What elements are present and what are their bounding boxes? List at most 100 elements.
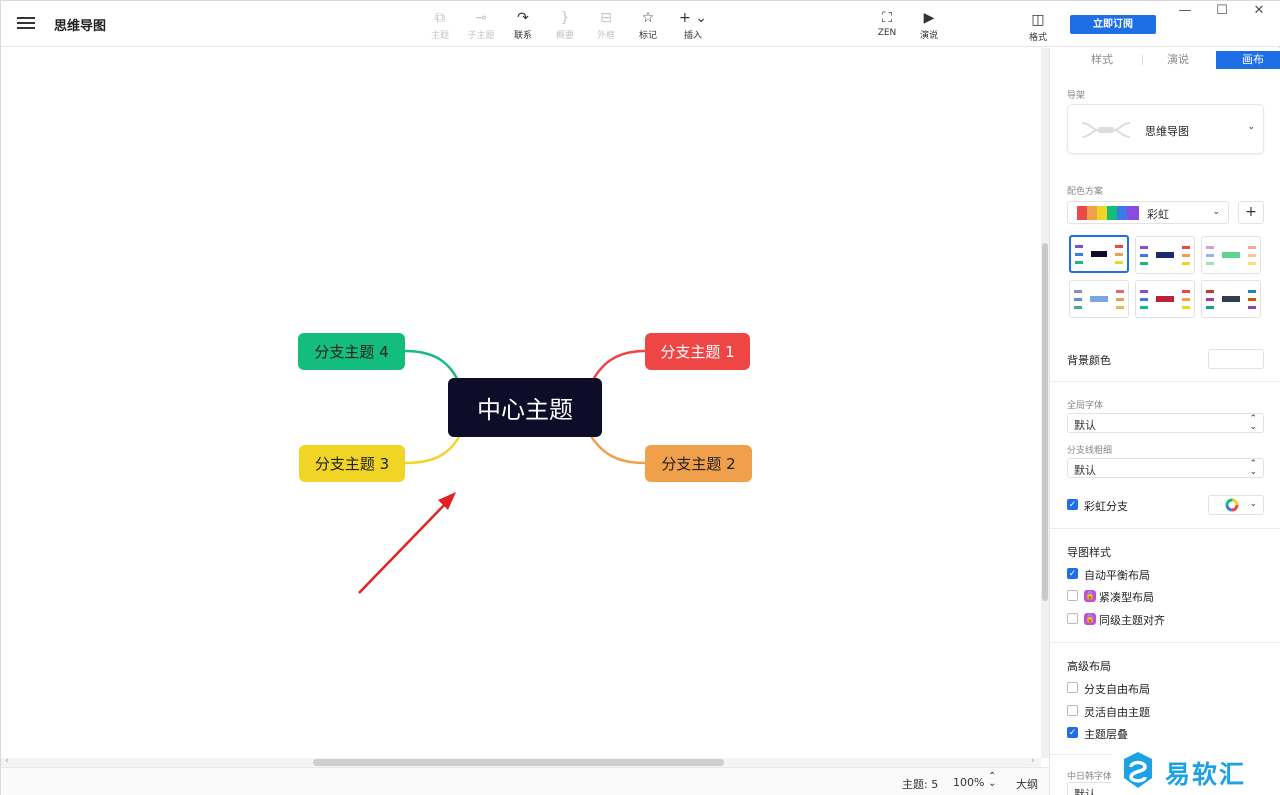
close-icon[interactable]: ✕ — [1252, 4, 1266, 18]
branch-topic-2[interactable]: 分支主题 2 — [645, 445, 752, 482]
panel-layout-icon: ◫ — [1031, 12, 1045, 28]
checkbox-icon[interactable] — [1067, 705, 1078, 716]
minimize-icon[interactable]: — — [1178, 4, 1192, 18]
theme-swatch-1[interactable] — [1069, 235, 1129, 273]
chevron-down-icon: ⌄ — [1249, 499, 1257, 509]
boundary-button[interactable]: ⊟ 外框 — [588, 9, 624, 41]
vertical-scrollbar[interactable] — [1041, 48, 1049, 758]
scroll-right-icon[interactable]: › — [1031, 756, 1035, 766]
summary-button[interactable]: } 概要 — [547, 9, 583, 41]
rainbow-branch-label: 彩虹分支 — [1084, 500, 1128, 513]
line-width-label: 分支线粗细 — [1067, 446, 1113, 456]
outline-button[interactable]: 大纲 — [1016, 776, 1038, 792]
theme-swatch-3[interactable] — [1201, 236, 1261, 274]
zen-button[interactable]: ⛶ ZEN — [869, 9, 905, 38]
horizontal-scroll-thumb[interactable] — [313, 759, 724, 766]
scroll-left-icon[interactable]: ‹ — [5, 756, 9, 766]
updown-icon: ⌃ ⌄ — [1249, 414, 1257, 432]
theme-swatch-5[interactable] — [1135, 280, 1195, 318]
panel-tabs: 样式 演说 画布 — [1063, 51, 1280, 69]
theme-swatch-2[interactable] — [1135, 236, 1195, 274]
free-branch-label: 分支自由布局 — [1084, 683, 1150, 696]
cjk-font-value: 默认 — [1074, 788, 1096, 795]
hamburger-menu-icon[interactable] — [15, 14, 37, 34]
relation-label: 联系 — [513, 31, 532, 41]
theme-swatch-4[interactable] — [1069, 280, 1129, 318]
color-wheel-icon — [1225, 498, 1239, 512]
updown-icon: ⌃ ⌄ — [1249, 459, 1257, 477]
branch-topic-1[interactable]: 分支主题 1 — [645, 333, 750, 370]
premium-lock-icon: 🔒 — [1084, 613, 1096, 625]
vertical-scroll-thumb[interactable] — [1042, 243, 1048, 601]
present-button[interactable]: ▶ 演说 — [911, 9, 947, 41]
add-color-scheme-button[interactable]: + — [1238, 201, 1264, 224]
branch-topic-4[interactable]: 分支主题 4 — [298, 333, 405, 370]
insert-label: 插入 — [683, 31, 702, 41]
global-font-select[interactable]: 默认 ⌃ ⌄ — [1067, 413, 1264, 433]
mindmap-structure-icon — [1081, 122, 1131, 138]
line-width-value: 默认 — [1074, 464, 1096, 477]
subtopic-button[interactable]: ⊸ 子主题 — [463, 9, 499, 41]
relation-button[interactable]: ↷ 联系 — [505, 9, 541, 41]
format-panel: 样式 演说 画布 导架 思维导图 ⌄ 配色方案 彩虹 ⌄ + 背景颜色 全局字体… — [1049, 48, 1280, 795]
cjk-font-label: 中日韩字体 — [1067, 772, 1113, 782]
color-scheme-label: 配色方案 — [1067, 187, 1104, 197]
format-label: 格式 — [1028, 33, 1047, 43]
play-icon: ▶ — [923, 10, 935, 26]
rainbow-color-select[interactable]: ⌄ — [1208, 495, 1264, 515]
marker-label: 标记 — [638, 31, 657, 41]
document-title: 思维导图 — [54, 19, 107, 34]
color-scheme-select[interactable]: 彩虹 ⌄ — [1067, 201, 1229, 224]
mindmap-canvas[interactable]: 中心主题 分支主题 1 分支主题 2 分支主题 3 分支主题 4 — [1, 48, 1041, 758]
zoom-stepper-icon[interactable]: ⌃ ⌄ — [988, 772, 996, 789]
topic-count: 主题: 5 — [902, 778, 939, 791]
chevron-down-icon: ⌄ — [1212, 207, 1220, 217]
summary-icon: } — [560, 10, 570, 26]
topic-button[interactable]: ⧉ 主题 — [422, 9, 458, 41]
horizontal-scrollbar[interactable]: ‹ › — [1, 756, 1041, 767]
maximize-icon[interactable]: ☐ — [1215, 4, 1229, 18]
boundary-icon: ⊟ — [600, 10, 612, 26]
topic-icon: ⧉ — [435, 10, 445, 26]
theme-preview-icon — [1074, 290, 1124, 309]
theme-swatch-6[interactable] — [1201, 280, 1261, 318]
subtopic-label: 子主题 — [467, 31, 495, 41]
status-bar: 主题: 5 100% ⌃ ⌄ 大纲 — [1, 767, 1049, 795]
theme-preview-icon — [1206, 246, 1256, 265]
align-siblings-label: 同级主题对齐 — [1099, 614, 1165, 627]
tab-canvas[interactable]: 画布 — [1216, 51, 1280, 69]
insert-button[interactable]: + ⌄ 插入 — [675, 9, 711, 41]
structure-selector[interactable]: 思维导图 ⌄ — [1067, 104, 1264, 154]
summary-label: 概要 — [555, 31, 574, 41]
checkbox-icon[interactable] — [1067, 590, 1078, 601]
connector-branch-3 — [404, 432, 463, 465]
line-width-select[interactable]: 默认 ⌃ ⌄ — [1067, 458, 1264, 478]
format-button[interactable]: ◫ 格式 — [1020, 5, 1056, 43]
subscribe-button[interactable]: 立即订阅 — [1070, 15, 1156, 34]
checkbox-checked-icon[interactable]: ✓ — [1067, 727, 1078, 738]
checkbox-icon[interactable] — [1067, 682, 1078, 693]
central-topic[interactable]: 中心主题 — [448, 378, 602, 437]
checkbox-icon[interactable] — [1067, 613, 1078, 624]
marker-button[interactable]: ☆ 标记 — [630, 9, 666, 41]
advanced-layout-title: 高级布局 — [1067, 660, 1111, 673]
fullscreen-icon: ⛶ — [882, 10, 892, 26]
theme-preview-icon — [1140, 290, 1190, 309]
compact-layout-label: 紧凑型布局 — [1099, 591, 1154, 604]
theme-preview-icon — [1075, 245, 1123, 264]
star-icon: ☆ — [641, 10, 655, 26]
zoom-level[interactable]: 100% — [953, 776, 984, 789]
annotation-arrow — [358, 499, 450, 594]
structure-value: 思维导图 — [1145, 125, 1189, 138]
branch-topic-3[interactable]: 分支主题 3 — [299, 445, 405, 482]
checkbox-checked-icon[interactable]: ✓ — [1067, 499, 1078, 510]
background-color-picker[interactable] — [1208, 349, 1264, 369]
checkbox-checked-icon[interactable]: ✓ — [1067, 568, 1078, 579]
connector-branch-2 — [587, 432, 646, 465]
global-font-value: 默认 — [1074, 419, 1096, 432]
chevron-down-icon: ⌄ — [1247, 122, 1255, 132]
divider — [1050, 381, 1280, 382]
tab-present[interactable]: 演说 — [1141, 51, 1215, 69]
tab-style[interactable]: 样式 — [1065, 51, 1139, 69]
theme-preview-icon — [1206, 290, 1256, 309]
